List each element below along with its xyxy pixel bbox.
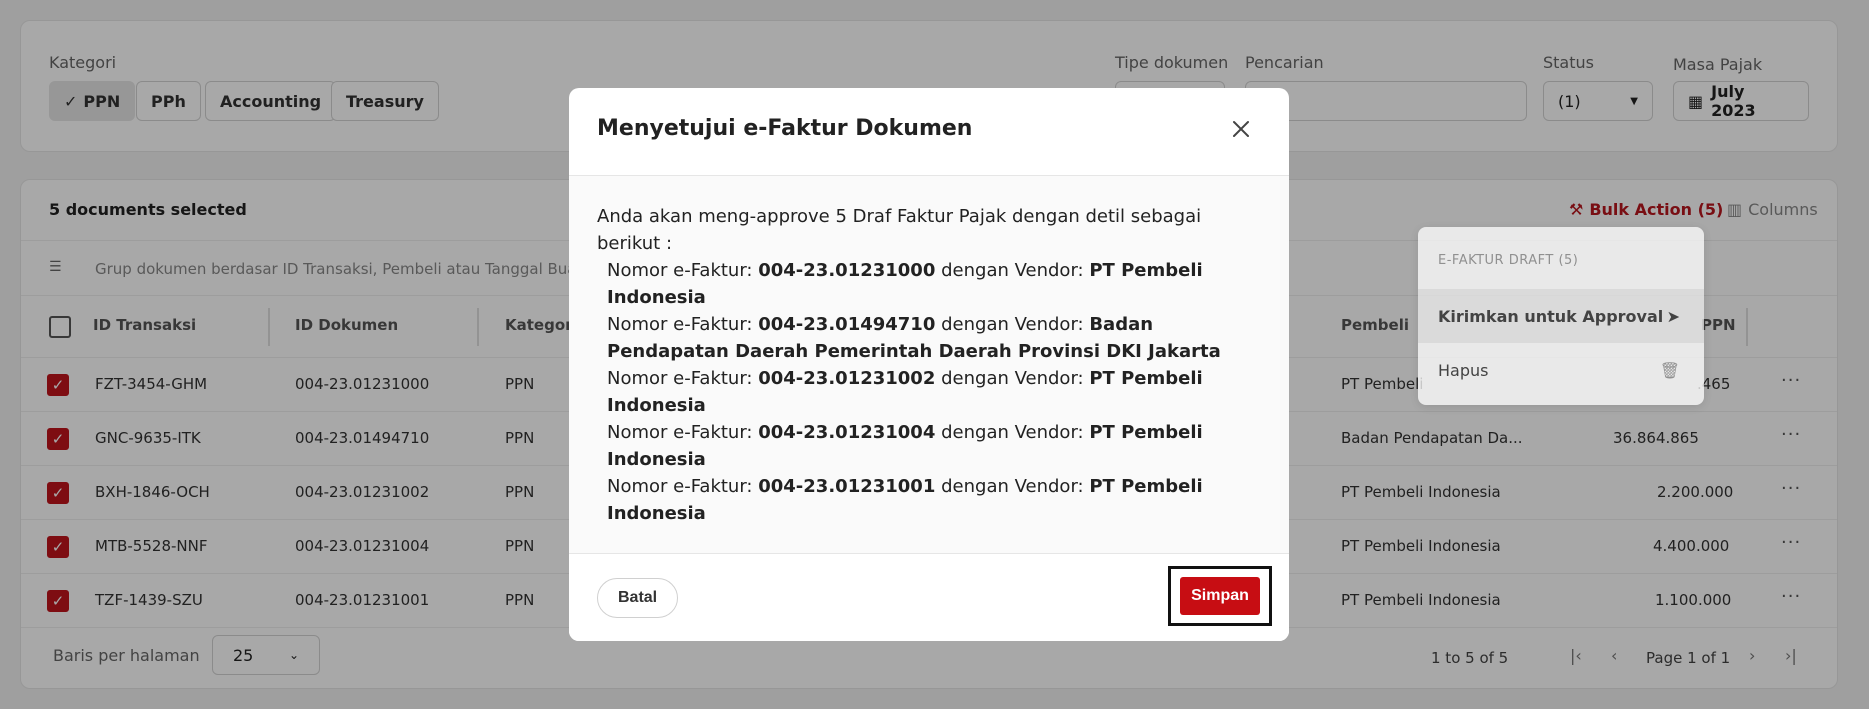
approve-efaktur-dialog: Menyetujui e-Faktur Dokumen Anda akan me… [569,88,1289,641]
entry-nomor: 004-23.01231004 [758,422,936,443]
dialog-title: Menyetujui e-Faktur Dokumen [597,116,973,141]
entry-nomor: 004-23.01494710 [758,314,936,335]
entry-mid: dengan Vendor: [941,422,1084,443]
save-button-focus-ring: Simpan [1168,566,1272,626]
menu-header: E-FAKTUR DRAFT (5) [1438,253,1579,268]
faktur-entry: Nomor e-Faktur: 004-23.01231001 dengan V… [597,473,1261,527]
faktur-entry: Nomor e-Faktur: 004-23.01494710 dengan V… [597,311,1261,365]
menu-item-hapus[interactable]: Hapus 🗑 [1418,343,1704,397]
entry-prefix: Nomor e-Faktur: [607,314,753,335]
dialog-footer: Batal Simpan [569,553,1289,641]
entry-prefix: Nomor e-Faktur: [607,260,753,281]
entry-mid: dengan Vendor: [941,476,1084,497]
menu-item-send-approval[interactable]: Kirimkan untuk Approval ➤ [1418,289,1704,343]
entry-nomor: 004-23.01231000 [758,260,936,281]
entry-nomor: 004-23.01231002 [758,368,936,389]
send-icon: ➤ [1666,306,1680,326]
entry-mid: dengan Vendor: [941,368,1084,389]
entry-prefix: Nomor e-Faktur: [607,422,753,443]
save-button[interactable]: Simpan [1180,577,1260,615]
faktur-entry: Nomor e-Faktur: 004-23.01231004 dengan V… [597,419,1261,473]
entry-mid: dengan Vendor: [941,260,1084,281]
trash-icon: 🗑 [1659,360,1680,380]
close-icon[interactable] [1228,116,1254,142]
entry-mid: dengan Vendor: [941,314,1084,335]
entry-nomor: 004-23.01231001 [758,476,936,497]
dialog-header: Menyetujui e-Faktur Dokumen [569,88,1289,176]
cancel-button[interactable]: Batal [597,578,679,618]
bulk-action-menu: E-FAKTUR DRAFT (5) Kirimkan untuk Approv… [1418,227,1704,405]
menu-item-label: Hapus [1438,360,1489,380]
dialog-intro: Anda akan meng-approve 5 Draf Faktur Paj… [597,206,1202,254]
faktur-entry: Nomor e-Faktur: 004-23.01231000 dengan V… [597,257,1261,311]
menu-item-label: Kirimkan untuk Approval [1438,306,1664,326]
entry-prefix: Nomor e-Faktur: [607,368,753,389]
entry-prefix: Nomor e-Faktur: [607,476,753,497]
faktur-entry: Nomor e-Faktur: 004-23.01231002 dengan V… [597,365,1261,419]
